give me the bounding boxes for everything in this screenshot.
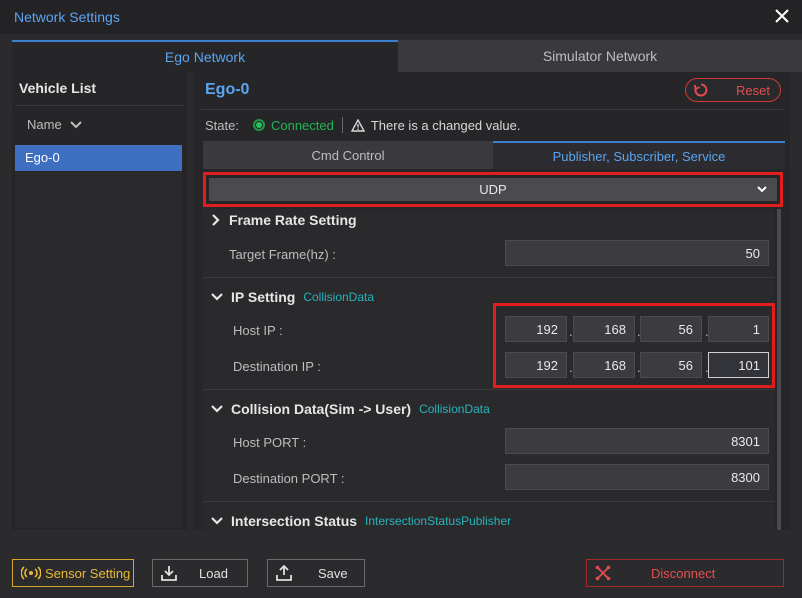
chevron-down-icon: [211, 517, 223, 525]
state-message: There is a changed value.: [370, 117, 521, 133]
protocol-value: UDP: [479, 182, 507, 197]
host-ip-label: Host IP :: [233, 323, 283, 338]
host-port-input[interactable]: 8301: [505, 428, 769, 454]
state-row: State: Connected There is a changed valu…: [205, 116, 520, 134]
chevron-right-icon: [212, 214, 220, 226]
vehicle-list-body: [15, 172, 182, 528]
scrollbar[interactable]: [777, 209, 781, 530]
ip-highlight: [493, 303, 775, 388]
load-label: Load: [199, 565, 228, 581]
destination-port-input[interactable]: 8300: [505, 464, 769, 490]
divider: [201, 109, 783, 110]
disconnect-label: Disconnect: [651, 565, 716, 581]
settings-scroll-area[interactable]: Frame Rate Setting Target Frame(hz) : 50…: [203, 209, 775, 530]
save-button[interactable]: Save: [267, 559, 365, 587]
chevron-down-icon: [211, 405, 223, 413]
vehicle-title: Ego-0: [205, 81, 250, 98]
section-frame-rate[interactable]: Frame Rate Setting: [211, 212, 357, 228]
warning-icon: [350, 118, 365, 132]
network-tabs: Ego Network Simulator Network: [12, 40, 802, 72]
tab-publisher-subscriber-service[interactable]: Publisher, Subscriber, Service: [493, 141, 785, 169]
destination-ip-label: Destination IP :: [233, 359, 321, 374]
section-tag: IntersectionStatusPublisher: [365, 514, 512, 528]
protocol-highlight: UDP: [203, 172, 783, 207]
vehicle-list-title: Vehicle List: [19, 80, 97, 96]
status-dot-icon: [252, 119, 265, 131]
section-title: Intersection Status: [231, 513, 358, 529]
sensor-setting-button[interactable]: Sensor Setting: [12, 559, 134, 587]
protocol-select[interactable]: UDP: [209, 178, 777, 201]
section-intersection-status[interactable]: Intersection Status IntersectionStatusPu…: [211, 513, 511, 529]
chevron-down-icon: [757, 186, 767, 193]
state-value: Connected: [270, 117, 334, 133]
save-label: Save: [318, 565, 348, 581]
divider: [15, 105, 184, 106]
close-icon[interactable]: [774, 8, 790, 24]
reset-label: Reset: [736, 82, 770, 98]
sort-header-name[interactable]: Name: [27, 117, 82, 132]
vehicle-list-panel: Vehicle List Name Ego-0: [12, 72, 187, 530]
load-button[interactable]: Load: [152, 559, 248, 587]
section-title: Collision Data(Sim -> User): [231, 401, 412, 417]
divider: [203, 277, 775, 278]
bottom-toolbar: Sensor Setting Load Save Disconnect: [0, 548, 802, 598]
section-title: Frame Rate Setting: [229, 212, 357, 228]
target-frame-label: Target Frame(hz) :: [229, 247, 336, 262]
vehicle-detail-panel: Ego-0 Reset State: Connected There is a …: [193, 72, 790, 530]
divider: [203, 389, 775, 390]
sensor-icon: [21, 566, 41, 580]
sort-label: Name: [27, 117, 62, 132]
destination-port-label: Destination PORT :: [233, 471, 345, 486]
window-title: Network Settings: [14, 9, 120, 25]
load-icon: [161, 566, 177, 581]
title-bar: Network Settings: [0, 0, 802, 34]
chevron-down-icon: [211, 293, 223, 301]
reset-button[interactable]: Reset: [685, 78, 781, 102]
tab-ego-network[interactable]: Ego Network: [12, 40, 398, 72]
target-frame-input[interactable]: 50: [505, 240, 769, 266]
tab-simulator-network[interactable]: Simulator Network: [398, 40, 802, 72]
section-tag: CollisionData: [419, 402, 490, 416]
save-icon: [276, 565, 292, 581]
host-port-label: Host PORT :: [233, 435, 307, 450]
section-tag: CollisionData: [303, 290, 375, 304]
reset-icon: [694, 83, 708, 97]
section-collision-data[interactable]: Collision Data(Sim -> User) CollisionDat…: [211, 401, 490, 417]
section-ip-setting[interactable]: IP Setting CollisionData: [211, 289, 374, 305]
section-title: IP Setting: [231, 289, 296, 305]
sub-tabs: Cmd Control Publisher, Subscriber, Servi…: [203, 141, 785, 169]
state-label: State:: [205, 117, 239, 133]
sensor-setting-label: Sensor Setting: [45, 565, 131, 581]
divider: [203, 501, 775, 502]
divider: [341, 117, 343, 133]
disconnect-icon: [595, 565, 611, 581]
list-item-ego-0[interactable]: Ego-0: [15, 145, 182, 171]
disconnect-button[interactable]: Disconnect: [586, 559, 784, 587]
tab-cmd-control[interactable]: Cmd Control: [203, 141, 493, 169]
chevron-down-icon: [69, 120, 82, 128]
